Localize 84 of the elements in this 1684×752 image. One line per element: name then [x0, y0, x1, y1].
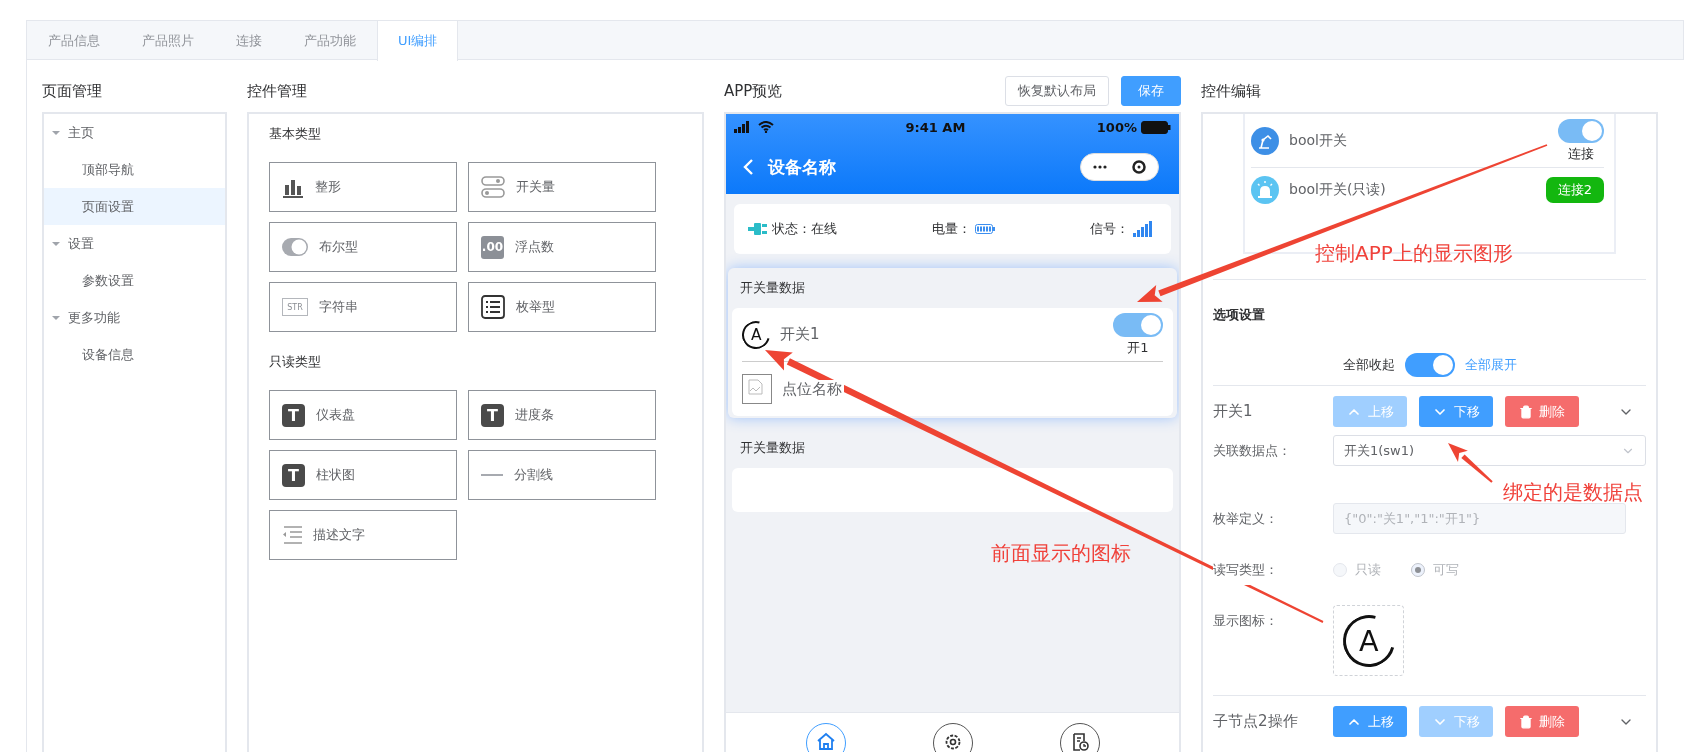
signal-label: 信号：	[1090, 220, 1129, 238]
reset-button[interactable]: 恢复默认布局	[1005, 76, 1109, 106]
select-field[interactable]: 开关1(sw1)	[1333, 435, 1646, 466]
decimal-icon: .00	[481, 235, 504, 259]
widget-item[interactable]: T 仪表盘	[269, 390, 457, 440]
status-text: 状态：在线	[772, 220, 837, 238]
panel-title: APP预览	[724, 81, 783, 101]
trash-icon	[1519, 714, 1533, 729]
expand-toggle[interactable]	[1404, 353, 1455, 377]
panel-title: 页面管理	[42, 81, 102, 101]
text-icon: T	[282, 463, 305, 487]
status-tag: 连接2	[1545, 177, 1604, 203]
string-icon: STR	[282, 298, 308, 316]
toggle-switch[interactable]	[1113, 312, 1163, 337]
group-title: 只读类型	[269, 353, 322, 371]
switch-caption: 连接	[1568, 144, 1594, 163]
battery-icon	[975, 224, 995, 234]
annotation-arrow	[1448, 443, 1493, 483]
annotation-text: 前面显示的图标	[991, 540, 1131, 566]
widget-item[interactable]: 布尔型	[269, 222, 457, 272]
toggle-switch[interactable]	[1558, 118, 1604, 143]
text-icon: T	[282, 403, 305, 427]
expand-label: 全部展开	[1464, 356, 1517, 374]
caret-icon[interactable]	[52, 313, 60, 322]
section-title: 开关量数据	[739, 439, 806, 457]
wifi-icon	[758, 121, 774, 133]
point-label: 点位名称	[782, 379, 844, 399]
trash-icon	[1519, 404, 1533, 419]
line-icon	[481, 473, 503, 477]
back-icon[interactable]	[742, 158, 754, 176]
tree-item[interactable]: 设置	[44, 225, 225, 262]
tab-bar-button[interactable]	[932, 723, 973, 752]
widget-item[interactable]: 开关量	[468, 162, 656, 212]
battery-icon	[1141, 120, 1171, 134]
switches-icon	[481, 176, 505, 198]
tree-item[interactable]: 更多功能	[44, 299, 225, 336]
more-icon[interactable]	[1093, 165, 1108, 169]
widget-item[interactable]: T 柱状图	[269, 450, 457, 500]
group-title: 基本类型	[269, 125, 322, 143]
battery-percent: 100%	[1096, 119, 1137, 135]
list-icon	[481, 295, 505, 319]
widget-label: bool开关(只读)	[1289, 181, 1387, 199]
collapse-label: 全部收起	[1342, 356, 1395, 374]
signal-icon	[1133, 221, 1153, 237]
siren-icon	[1251, 176, 1279, 204]
widget-item[interactable]: 枚举型	[468, 282, 656, 332]
widget-item[interactable]: 描述文字	[269, 510, 457, 560]
plug-icon	[748, 222, 768, 236]
caret-icon[interactable]	[52, 128, 60, 137]
toggle-icon	[282, 238, 308, 256]
node-name: 开关1	[1213, 402, 1254, 421]
tree-item[interactable]: 参数设置	[44, 262, 225, 299]
nav-title: 设备名称	[768, 155, 837, 179]
widget-item[interactable]: STR 字符串	[269, 282, 457, 332]
widget-item[interactable]: .00 浮点数	[468, 222, 656, 272]
point-label: 开关1	[780, 325, 822, 344]
section-title: 选项设置	[1213, 306, 1266, 324]
widget-item[interactable]: T 进度条	[468, 390, 656, 440]
text-icon: T	[481, 403, 504, 427]
tree-item[interactable]: 设备信息	[44, 336, 225, 373]
power-label: 电量：	[932, 220, 971, 238]
node-name: 子节点2操作	[1213, 712, 1299, 731]
panel-title: 控件管理	[247, 81, 307, 101]
indent-icon	[282, 526, 302, 544]
home-icon	[815, 732, 836, 750]
capsule-menu[interactable]	[1080, 153, 1159, 181]
tree-item[interactable]: 页面设置	[44, 188, 225, 225]
annotation-text: 控制APP上的显示图形	[1315, 240, 1513, 266]
tree-item[interactable]: 顶部导航	[44, 151, 225, 188]
widget-item[interactable]: 分割线	[468, 450, 656, 500]
annotation-text: 绑定的是数据点	[1503, 479, 1643, 505]
widget-item[interactable]: 整形	[269, 162, 457, 212]
caret-icon[interactable]	[52, 239, 60, 248]
switch-caption: 开1	[1127, 338, 1149, 357]
widget-label: bool开关	[1289, 131, 1348, 150]
tab-bar-button[interactable]	[1059, 723, 1100, 752]
target-icon[interactable]	[1131, 160, 1146, 174]
robot-arm-icon	[1251, 126, 1279, 155]
image-placeholder-icon	[742, 374, 772, 404]
icon-slot[interactable]: A	[1333, 605, 1404, 676]
section-title: 开关量数据	[739, 279, 806, 297]
panel-title: 控件编辑	[1201, 81, 1261, 101]
tree-item[interactable]: 主页	[44, 114, 225, 151]
status-time: 9:41 AM	[905, 119, 966, 135]
